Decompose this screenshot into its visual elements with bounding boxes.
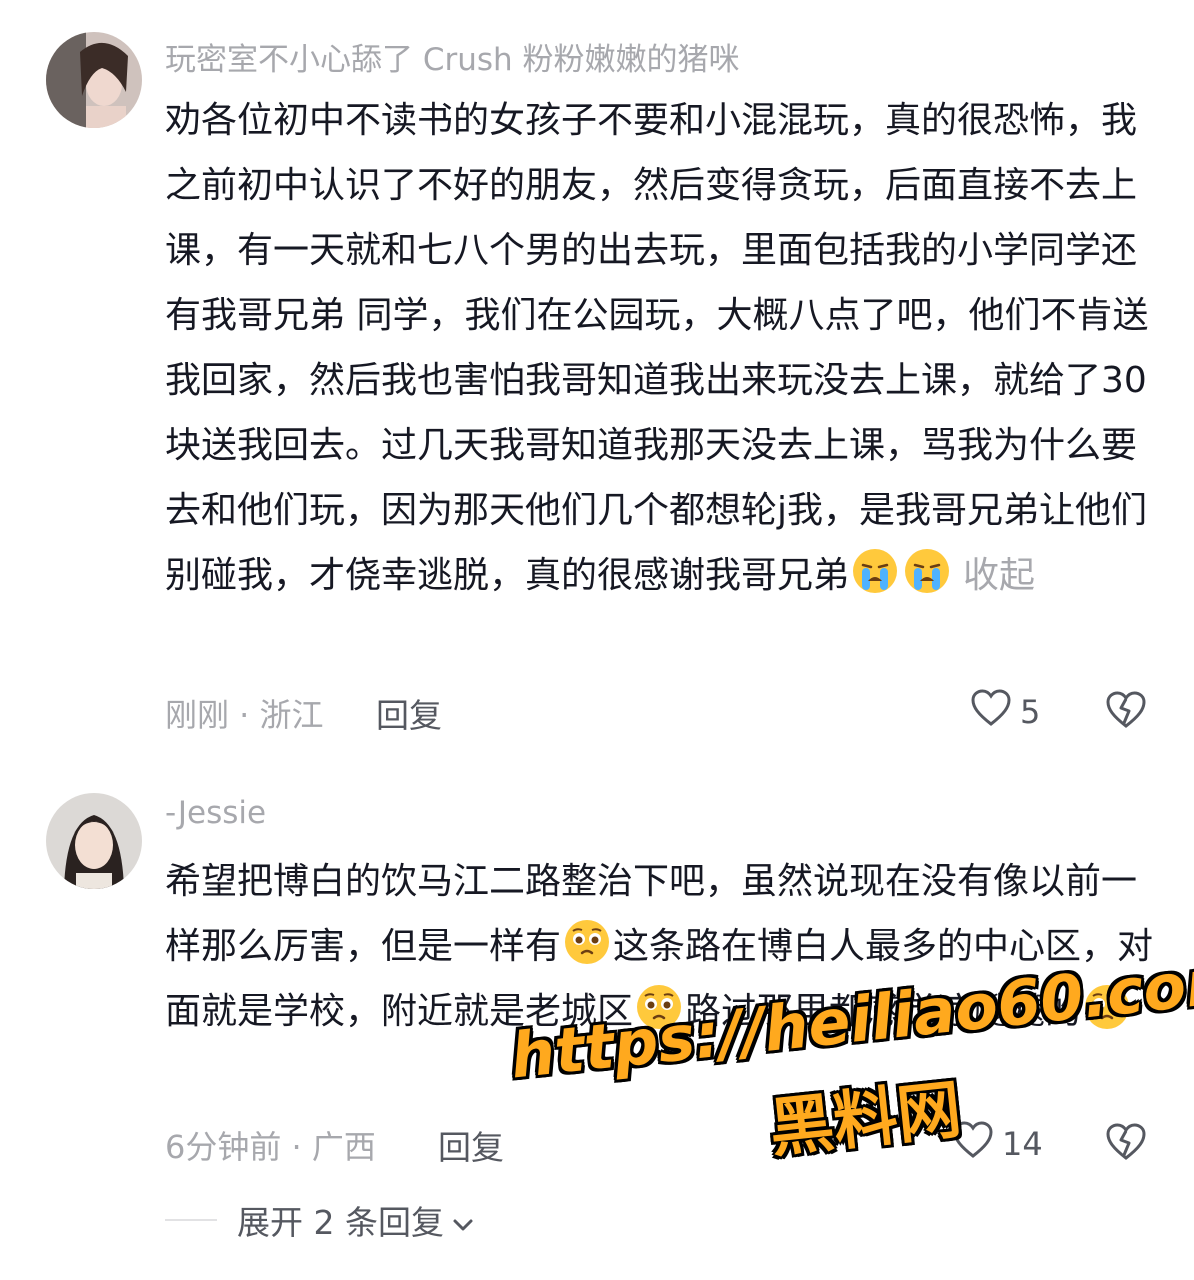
crying-emoji	[903, 547, 951, 595]
comment-meta: 刚刚 · 浙江	[165, 696, 324, 734]
broken-heart-icon	[1104, 1123, 1148, 1166]
expand-replies-button[interactable]: 展开 2 条回复	[165, 1196, 474, 1244]
username[interactable]: 玩密室不小心舔了 Crush 粉粉嫩嫩的猪咪	[165, 34, 740, 79]
avatar[interactable]	[46, 793, 142, 889]
broken-heart-icon	[1104, 691, 1148, 734]
expand-replies-label: 展开 2 条回复	[237, 1203, 444, 1242]
like-count: 5	[1020, 693, 1041, 731]
dislike-button[interactable]	[1104, 690, 1148, 734]
avatar[interactable]	[46, 32, 142, 128]
reply-button[interactable]: 回复	[438, 1121, 504, 1169]
divider	[165, 1219, 217, 1221]
pleading-emoji	[563, 918, 611, 966]
username[interactable]: -Jessie	[165, 795, 266, 831]
chevron-down-icon	[452, 1201, 474, 1240]
comment-meta: 6分钟前 · 广西	[165, 1128, 376, 1166]
reply-button[interactable]: 回复	[376, 689, 442, 737]
heart-icon	[970, 688, 1012, 736]
watermark-name: 黑料网	[766, 1073, 965, 1167]
comment-text: 劝各位初中不读书的女孩子不要和小混混玩，真的很恐怖，我之前初中认识了不好的朋友，…	[165, 88, 1155, 608]
collapse-button[interactable]: 收起	[963, 555, 1035, 596]
crying-emoji	[851, 547, 899, 595]
comment-text-content: 劝各位初中不读书的女孩子不要和小混混玩，真的很恐怖，我之前初中认识了不好的朋友，…	[165, 100, 1149, 596]
like-button[interactable]: 5	[970, 688, 1040, 736]
